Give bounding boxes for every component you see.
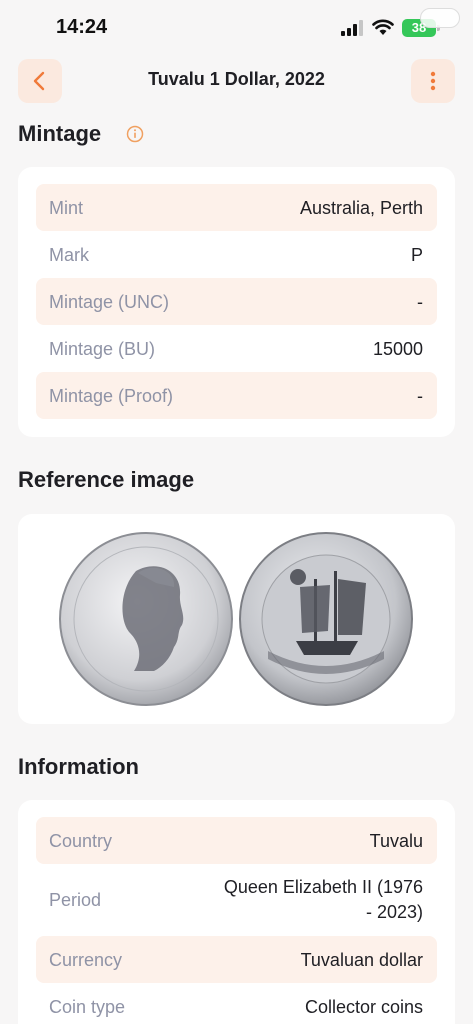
back-button[interactable] (18, 59, 62, 103)
page-title: Tuvalu 1 Dollar, 2022 (148, 69, 325, 89)
status-time: 14:24 (56, 16, 108, 38)
row-label: Currency (49, 950, 123, 970)
row-label: Coin type (49, 997, 126, 1017)
row-value: Tuvalu (369, 831, 423, 851)
row-value: Tuvaluan dollar (300, 950, 423, 970)
mintage-row-proof: Mintage (Proof) - (36, 372, 437, 419)
info-row-period: Period Queen Elizabeth II (1976 - 2023) (36, 864, 437, 936)
mintage-row-mint: Mint Australia, Perth (36, 184, 437, 231)
row-value: Australia, Perth (299, 198, 423, 218)
row-value-line1: Queen Elizabeth II (1976 (223, 877, 423, 897)
mintage-row-mark: Mark P (36, 231, 437, 278)
row-label: Mark (49, 245, 89, 265)
mintage-card: Mint Australia, Perth Mark P Mintage (UN… (18, 167, 455, 437)
more-vertical-icon (430, 71, 436, 91)
row-value: P (410, 245, 423, 265)
row-value: - (417, 292, 423, 312)
row-label: Country (49, 831, 113, 851)
row-value: 15000 (372, 339, 423, 359)
row-label: Period (49, 890, 102, 910)
info-row-coin-type: Coin type Collector coins (36, 983, 437, 1024)
info-row-country: Country Tuvalu (36, 817, 437, 864)
info-icon[interactable] (126, 125, 144, 143)
chevron-left-icon (33, 71, 45, 91)
more-menu-button[interactable] (411, 59, 455, 103)
information-title: Information (18, 754, 139, 779)
mintage-row-bu: Mintage (BU) 15000 (36, 325, 437, 372)
coin-reverse-image[interactable] (238, 531, 414, 707)
row-label: Mint (49, 198, 84, 218)
row-label: Mintage (Proof) (49, 386, 174, 406)
row-value: - (417, 386, 423, 406)
mintage-row-unc: Mintage (UNC) - (36, 278, 437, 325)
signal-icon (341, 20, 363, 36)
coin-obverse-image[interactable] (58, 531, 234, 707)
row-value: Collector coins (304, 997, 423, 1017)
info-row-currency: Currency Tuvaluan dollar (36, 936, 437, 983)
row-value-line2: - 2023) (365, 902, 423, 922)
information-card: Country Tuvalu Period Queen Elizabeth II… (18, 800, 455, 1024)
row-label: Mintage (BU) (49, 339, 156, 359)
mintage-title: Mintage (18, 121, 102, 146)
overlay-badge (420, 8, 460, 28)
row-label: Mintage (UNC) (49, 292, 170, 312)
reference-image-title: Reference image (18, 467, 195, 492)
wifi-icon (372, 19, 394, 35)
reference-image-card[interactable] (18, 514, 455, 724)
status-bar: 14:24 38 (0, 0, 473, 56)
